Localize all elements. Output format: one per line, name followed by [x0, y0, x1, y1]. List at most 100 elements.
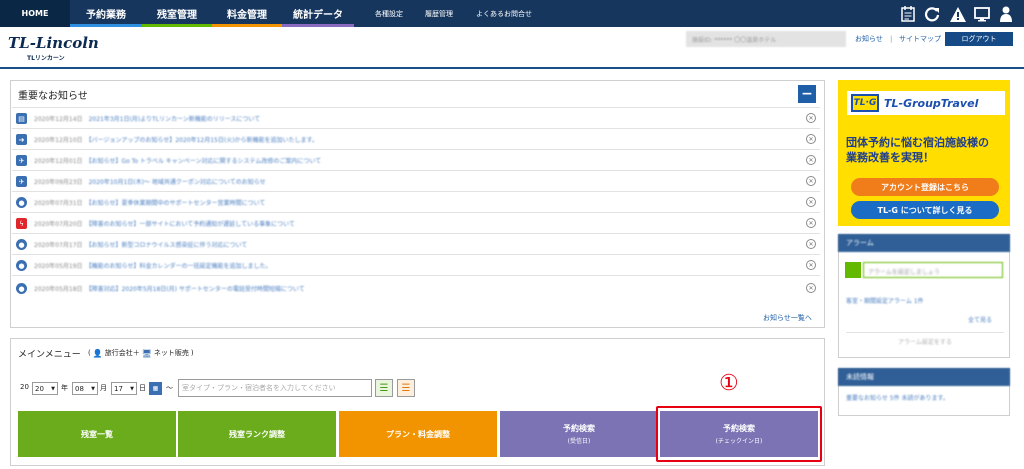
annotation-number: ①: [719, 371, 739, 396]
notice-row[interactable]: ✈ 2020年09月23日 2020年10月1日(木)〜 地域共通クーポン対応に…: [12, 170, 820, 191]
nav-statistics-label: 統計データ: [293, 10, 343, 21]
day-select[interactable]: 17 ▼: [111, 382, 137, 395]
close-icon[interactable]: ✕: [806, 197, 816, 207]
link-notices[interactable]: お知らせ: [855, 31, 883, 47]
legend-net: ネット販売: [153, 349, 189, 357]
notice-date: 2020年12月10日: [34, 137, 83, 144]
nav-settings[interactable]: 各種設定: [375, 0, 403, 27]
close-icon[interactable]: ✕: [806, 176, 816, 186]
alarm-title: アラーム: [846, 239, 874, 247]
notice-date: 2020年09月23日: [34, 179, 83, 186]
list-icon: ☰: [401, 382, 411, 394]
logo[interactable]: TL-Lincoln: [8, 34, 99, 52]
notice-row[interactable]: ● 2020年05月18日 【障害対応】2020年5月18日(月) サポートセン…: [12, 275, 820, 300]
search-input[interactable]: 室タイプ・プラン・宿泊者名を入力してください: [178, 379, 372, 397]
chat-icon: ●: [16, 283, 27, 294]
about-tlg-button[interactable]: TL-G について詳しく見る: [851, 201, 999, 219]
logo-subtitle: TLリンカーン: [27, 55, 65, 62]
unread-text[interactable]: 重要なお知らせ 5件 未読があります。: [846, 393, 1006, 402]
tlg-logo: TL·G TL-GroupTravel: [847, 91, 1005, 115]
close-icon[interactable]: ✕: [806, 134, 816, 144]
year-label: 年: [61, 384, 68, 392]
notice-date: 2020年07月17日: [34, 242, 83, 249]
day-value: 17: [114, 384, 123, 393]
plan-price-button[interactable]: プラン・料金調整: [339, 411, 497, 457]
room-list-button[interactable]: 残室一覧: [18, 411, 176, 457]
list-green-button[interactable]: ☰: [375, 379, 393, 397]
alarm-input[interactable]: アラームを設定しましょう: [863, 262, 1003, 278]
close-icon[interactable]: ✕: [806, 283, 816, 293]
warning-icon[interactable]: [948, 4, 968, 24]
link-sitemap[interactable]: サイトマップ: [899, 31, 941, 47]
ad-copy: 団体予約に悩む宿泊施設様の 業務改善を実現！: [846, 135, 1006, 165]
notice-row[interactable]: ▤ 2020年12月14日 2021年3月1日(月)よりTLリンカーン新機能のリ…: [12, 107, 820, 128]
user-icon[interactable]: [996, 4, 1016, 24]
notice-text[interactable]: 2020年07月31日 【お知らせ】夏季休業期間中のサポートセンター営業時間につ…: [34, 198, 796, 207]
year-select[interactable]: 20 ▼: [32, 382, 58, 395]
chat-icon: ●: [16, 197, 27, 208]
nav-reservations[interactable]: 予約業務: [70, 0, 142, 27]
nav-statistics[interactable]: 統計データ: [282, 0, 354, 27]
notice-text[interactable]: 2020年05月19日 【機能のお知らせ】料金カレンダーの一括設定機能を追加しま…: [34, 261, 796, 270]
nav-room-inventory[interactable]: 残室管理: [142, 0, 212, 27]
year-prefix: 20: [20, 383, 29, 391]
legend-open: (: [88, 349, 91, 357]
notices-title: 重要なお知らせ: [18, 91, 88, 102]
notice-title-text: 【お知らせ】新型コロナウイルス感染症に伴う対応について: [88, 242, 248, 249]
logout-button[interactable]: ログアウト: [945, 32, 1013, 46]
top-nav: HOME 予約業務 残室管理 料金管理 統計データ 各種設定 履歴管理 よくある…: [0, 0, 1024, 27]
list-orange-button[interactable]: ☰: [397, 379, 415, 397]
collapse-button[interactable]: −: [798, 85, 816, 103]
nav-home[interactable]: HOME: [0, 0, 70, 27]
rocket-icon: ✈: [16, 176, 27, 187]
notices-more-link[interactable]: お知らせ一覧へ: [763, 313, 812, 323]
notice-text[interactable]: 2020年07月17日 【お知らせ】新型コロナウイルス感染症に伴う対応について: [34, 240, 796, 249]
close-icon[interactable]: ✕: [806, 260, 816, 270]
reservation-search-received-button[interactable]: 予約検索 (受信日): [500, 411, 658, 457]
notice-text[interactable]: 2020年05月18日 【障害対応】2020年5月18日(月) サポートセンター…: [34, 284, 796, 293]
chat-icon: ●: [16, 260, 27, 271]
monitor-icon[interactable]: [972, 4, 992, 24]
annotation-highlight: [656, 406, 822, 462]
main-menu-title: メインメニュー: [18, 350, 81, 360]
month-select[interactable]: 08 ▼: [72, 382, 98, 395]
link-separator: |: [890, 35, 893, 43]
refresh-icon[interactable]: [922, 4, 942, 24]
room-rank-button[interactable]: 残室ランク調整: [178, 411, 336, 457]
close-icon[interactable]: ✕: [806, 155, 816, 165]
notice-text[interactable]: 2020年07月20日 【障害のお知らせ】一部サイトにおいて予約通知が遅延してい…: [34, 219, 796, 228]
notepad-icon[interactable]: [898, 4, 918, 24]
notice-row[interactable]: ● 2020年05月19日 【機能のお知らせ】料金カレンダーの一括設定機能を追加…: [12, 254, 820, 275]
notice-row[interactable]: ➜ 2020年12月10日 【バージョンアップのお知らせ】2020年12月15日…: [12, 128, 820, 149]
day-label: 日: [139, 384, 146, 392]
notice-text[interactable]: 2020年09月23日 2020年10月1日(木)〜 地域共通クーポン対応につい…: [34, 177, 796, 186]
alarm-setting-row[interactable]: アラーム設定をする: [846, 332, 1004, 350]
header-divider: [0, 67, 1024, 69]
legend-travel: 旅行会社＋: [104, 349, 140, 357]
button-label: 予約検索: [563, 424, 595, 433]
person-icon: 👤: [92, 348, 103, 358]
close-icon[interactable]: ✕: [806, 218, 816, 228]
calendar-icon[interactable]: ▦: [149, 382, 162, 395]
notice-row[interactable]: ϟ 2020年07月20日 【障害のお知らせ】一部サイトにおいて予約通知が遅延し…: [12, 212, 820, 233]
rocket-icon: ✈: [16, 155, 27, 166]
close-icon[interactable]: ✕: [806, 113, 816, 123]
alarm-link[interactable]: 客室・期間設定アラーム 1件: [846, 296, 924, 305]
notice-row[interactable]: ● 2020年07月17日 【お知らせ】新型コロナウイルス感染症に伴う対応につい…: [12, 233, 820, 254]
chevron-down-icon: ▼: [91, 385, 95, 392]
register-account-button[interactable]: アカウント登録はこちら: [851, 178, 999, 196]
notice-row[interactable]: ● 2020年07月31日 【お知らせ】夏季休業期間中のサポートセンター営業時間…: [12, 191, 820, 212]
alarm-see-all[interactable]: 全て見る: [968, 315, 992, 324]
nav-pricing[interactable]: 料金管理: [212, 0, 282, 27]
button-label: プラン・料金調整: [386, 429, 450, 439]
notice-text[interactable]: 2020年12月10日 【バージョンアップのお知らせ】2020年12月15日(火…: [34, 135, 796, 144]
close-icon[interactable]: ✕: [806, 239, 816, 249]
notice-title-text: 【障害対応】2020年5月18日(月) サポートセンターの電話受付時間短縮につい…: [88, 286, 305, 293]
nav-faq[interactable]: よくあるお問合せ: [476, 0, 532, 27]
notice-row[interactable]: ✈ 2020年12月01日 【お知らせ】Go To トラベル キャンペーン対応に…: [12, 149, 820, 170]
notice-text[interactable]: 2020年12月14日 2021年3月1日(月)よりTLリンカーン新機能のリリー…: [34, 114, 796, 123]
notice-text[interactable]: 2020年12月01日 【お知らせ】Go To トラベル キャンペーン対応に関す…: [34, 156, 796, 165]
nav-history[interactable]: 履歴管理: [425, 0, 453, 27]
tlg-mark: TL·G: [851, 94, 879, 112]
notice-title-text: 【お知らせ】Go To トラベル キャンペーン対応に関するシステム改修のご案内に…: [88, 158, 322, 165]
